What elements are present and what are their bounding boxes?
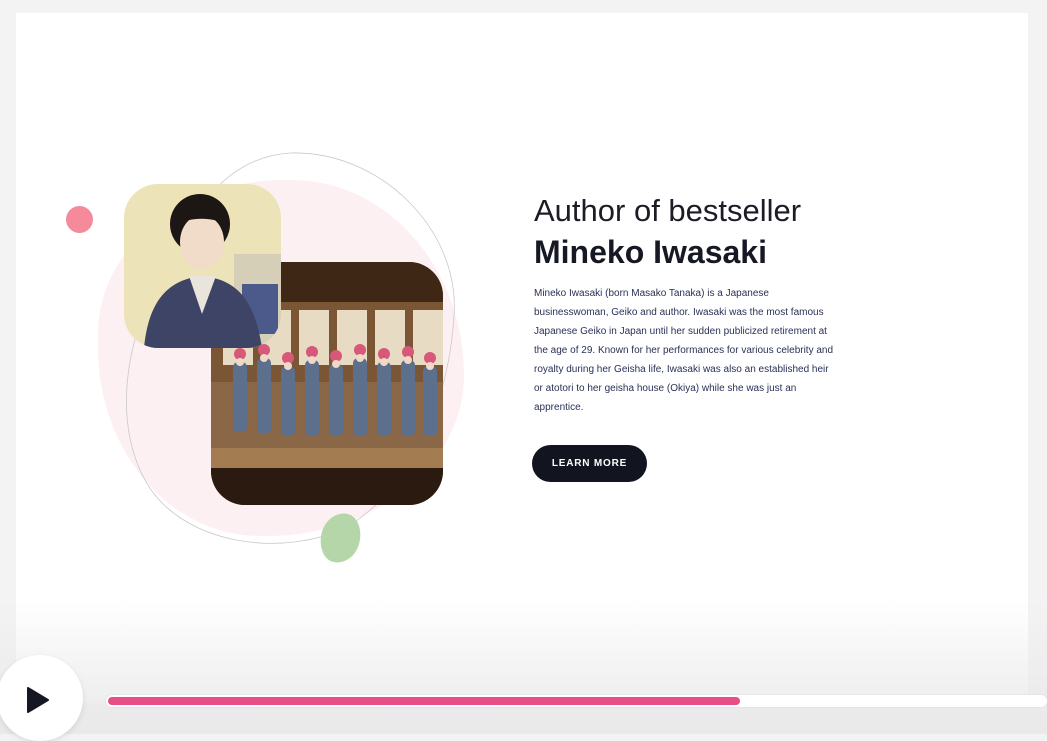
play-icon <box>27 687 49 713</box>
hero-text-block: Author of bestseller Mineko Iwasaki Mine… <box>534 192 844 417</box>
pink-dot-decoration <box>66 206 93 233</box>
learn-more-button[interactable]: LEARN MORE <box>532 445 647 482</box>
play-button[interactable] <box>0 655 83 741</box>
hero-subtitle: Author of bestseller <box>534 193 802 228</box>
portrait-photo <box>124 184 281 348</box>
progress-bar[interactable] <box>106 695 1047 707</box>
hero-title: Mineko Iwasaki <box>534 234 767 270</box>
bottom-fade <box>0 600 1047 734</box>
hero-description: Mineko Iwasaki (born Masako Tanaka) is a… <box>534 288 834 413</box>
progress-fill <box>108 697 740 705</box>
